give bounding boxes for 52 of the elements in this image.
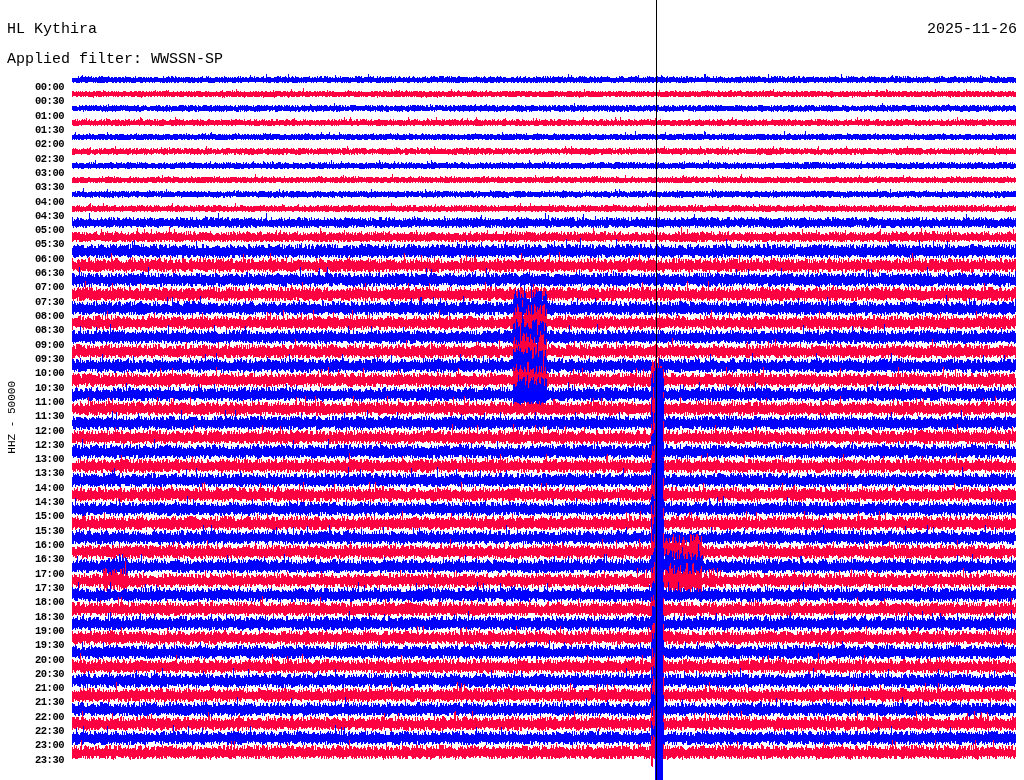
- time-label: 14:00: [35, 480, 64, 496]
- time-label: 08:00: [35, 309, 64, 324]
- time-label: 03:00: [35, 165, 64, 181]
- time-label: 19:30: [35, 638, 64, 653]
- time-label: 01:00: [35, 108, 64, 123]
- time-label: 23:30: [35, 752, 64, 767]
- time-label: 17:00: [35, 566, 64, 581]
- time-label: 15:30: [35, 523, 64, 538]
- time-label: 06:30: [35, 266, 64, 281]
- time-label: 22:00: [35, 709, 64, 725]
- time-label: 14:30: [35, 495, 64, 510]
- time-label: 04:30: [35, 208, 64, 224]
- time-label: 11:30: [35, 409, 64, 424]
- station-name: HL Kythira: [7, 21, 97, 38]
- time-label: 23:00: [35, 738, 64, 753]
- time-label: 18:30: [35, 609, 64, 624]
- time-label: 09:30: [35, 351, 64, 367]
- time-label: 09:00: [35, 337, 64, 352]
- time-label: 21:30: [35, 695, 64, 710]
- time-label: 10:00: [35, 366, 64, 381]
- time-label: 10:30: [35, 380, 64, 395]
- time-label: 07:30: [35, 294, 64, 309]
- time-label: 08:30: [35, 323, 64, 338]
- time-label: 20:00: [35, 652, 64, 667]
- time-label: 18:00: [35, 595, 64, 610]
- filter-label: Applied filter: WWSSN-SP: [7, 51, 224, 68]
- time-label: 03:30: [35, 180, 64, 195]
- time-label: 16:30: [35, 552, 64, 567]
- time-label: 01:30: [35, 122, 64, 138]
- time-label: 06:00: [35, 251, 64, 267]
- time-label: 16:00: [35, 538, 64, 553]
- time-label: 05:30: [35, 237, 64, 252]
- channel-label: HHZ - 50000: [6, 381, 18, 454]
- time-label: 07:00: [35, 280, 64, 295]
- time-label: 19:00: [35, 623, 64, 639]
- time-label: 20:30: [35, 666, 64, 682]
- time-label: 13:00: [35, 452, 64, 467]
- time-label: 13:30: [35, 466, 64, 481]
- time-label: 04:00: [35, 194, 64, 209]
- time-label: 11:00: [35, 394, 64, 410]
- time-label: 00:30: [35, 94, 64, 109]
- time-label: 00:00: [35, 80, 64, 95]
- time-label: 02:30: [35, 151, 64, 166]
- time-label: 05:00: [35, 223, 64, 238]
- time-label: 12:00: [35, 423, 64, 438]
- time-label: 17:30: [35, 580, 64, 596]
- date-label: 2025-11-26: [927, 21, 1017, 38]
- time-label: 02:00: [35, 137, 64, 152]
- time-label: 22:30: [35, 724, 64, 739]
- time-label: 21:00: [35, 681, 64, 696]
- time-label: 15:00: [35, 509, 64, 524]
- time-label: 12:30: [35, 437, 64, 453]
